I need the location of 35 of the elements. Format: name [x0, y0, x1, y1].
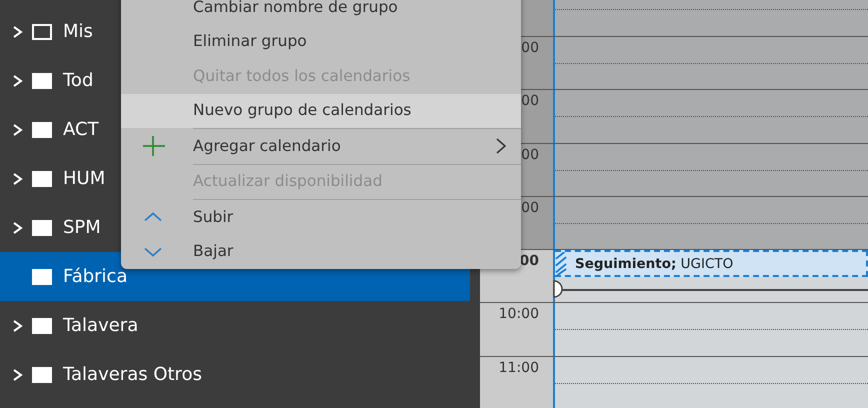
calendar-event[interactable]: Seguimiento; UGICTO: [555, 250, 868, 278]
menu-item[interactable]: Cambiar nombre de grupo: [121, 0, 521, 24]
time-label: 11:00: [498, 358, 539, 378]
checkbox[interactable]: [32, 24, 52, 40]
menu-item[interactable]: Agregar calendario: [121, 129, 521, 164]
time-label: 00: [521, 146, 539, 165]
calendar-slot[interactable]: [553, 356, 868, 408]
checkbox[interactable]: [32, 72, 52, 88]
time-label: 00: [521, 198, 539, 218]
checkbox[interactable]: [32, 366, 52, 382]
chevron-icon[interactable]: [12, 74, 24, 88]
checkbox[interactable]: [32, 220, 52, 236]
chevron-icon[interactable]: [12, 24, 24, 38]
menu-item[interactable]: Nuevo grupo de calendarios: [121, 94, 521, 128]
menu-item[interactable]: Eliminar grupo: [121, 24, 521, 59]
chevron-icon[interactable]: [12, 122, 24, 136]
chevron-icon[interactable]: [12, 220, 24, 234]
chevron-icon[interactable]: [12, 318, 24, 332]
time-label: 00: [521, 92, 539, 112]
calendar-slot[interactable]: [553, 196, 868, 250]
plus-icon: [143, 135, 165, 158]
sidebar-item[interactable]: Talaveras Otros: [63, 350, 470, 399]
hatch-stripe-icon: [555, 252, 567, 276]
checkbox[interactable]: [32, 318, 52, 334]
calendar-slot[interactable]: Seguimiento; UGICTO: [553, 250, 868, 302]
menu-item[interactable]: Subir: [121, 200, 521, 234]
chevron-icon[interactable]: [12, 368, 24, 382]
checkbox[interactable]: [32, 122, 52, 138]
chevron-icon[interactable]: [12, 172, 24, 186]
checkbox[interactable]: [32, 170, 52, 186]
time-label: 00: [520, 252, 539, 272]
checkbox[interactable]: [32, 268, 52, 284]
time-label: 10:00: [498, 305, 539, 324]
time-label: 00: [521, 39, 539, 58]
sidebar-item[interactable]: Talavera: [63, 301, 470, 350]
